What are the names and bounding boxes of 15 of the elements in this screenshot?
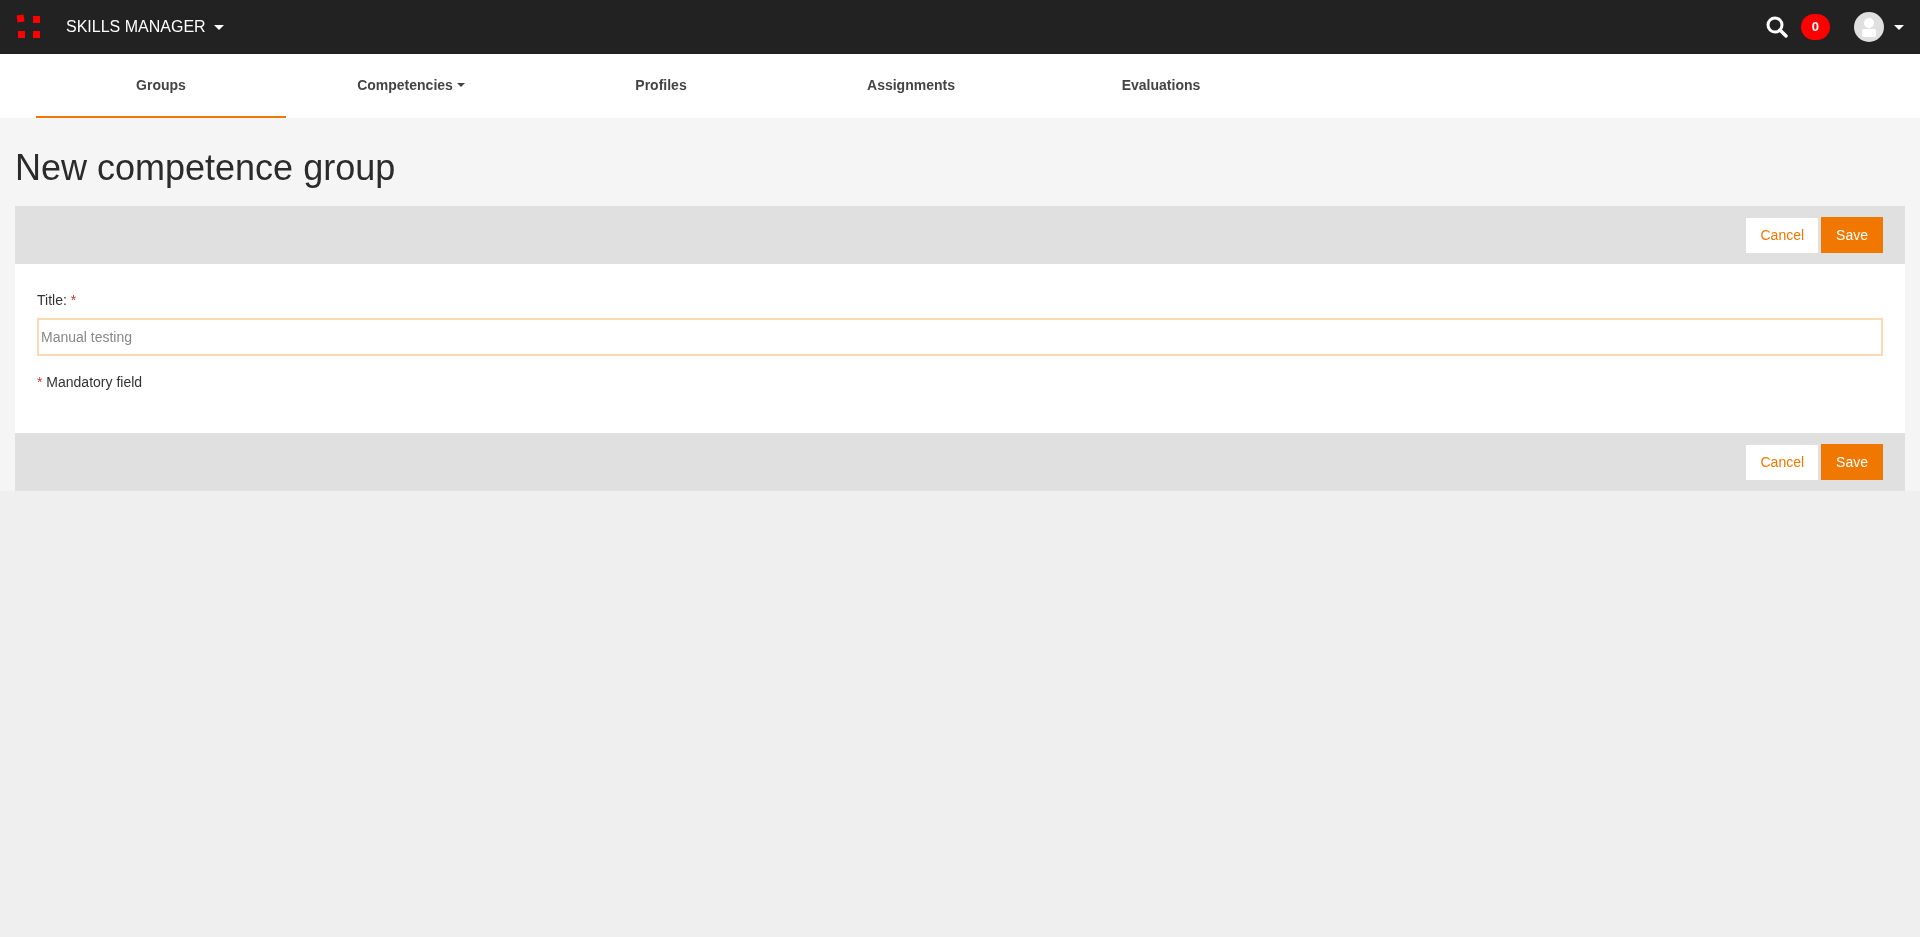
page-title: New competence group bbox=[15, 146, 397, 190]
mandatory-note: * Mandatory field bbox=[37, 373, 144, 392]
avatar-icon[interactable] bbox=[1854, 12, 1884, 42]
nav-tab[interactable]: Profiles bbox=[536, 54, 786, 118]
caret-icon bbox=[213, 24, 224, 30]
app-menu-button[interactable]: SKILLS MANAGER bbox=[66, 15, 224, 39]
field-label: Title: * bbox=[37, 291, 78, 310]
caret-icon[interactable] bbox=[1894, 24, 1904, 30]
logo-icon[interactable] bbox=[16, 14, 42, 40]
search-icon[interactable] bbox=[1764, 15, 1789, 39]
notification-badge[interactable]: 0 bbox=[1800, 14, 1830, 40]
nav-tab[interactable]: Assignments bbox=[786, 54, 1036, 118]
nav-tab[interactable]: Evaluations bbox=[1036, 54, 1286, 118]
nav-tab[interactable]: Competencies bbox=[286, 54, 536, 118]
title-input[interactable]: Manual testing bbox=[37, 318, 1883, 356]
